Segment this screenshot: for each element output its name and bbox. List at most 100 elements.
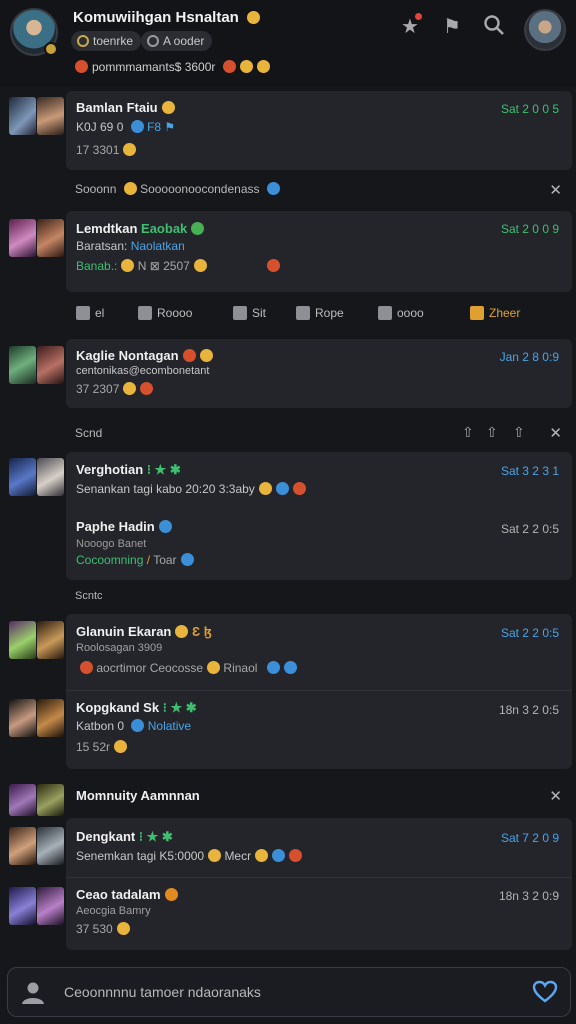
thumbnail	[9, 621, 36, 659]
emoji-icon	[289, 849, 303, 862]
item-meta: Cocoomning / Toar	[76, 553, 194, 567]
emoji-icon	[193, 259, 207, 272]
action-item[interactable]: el	[76, 306, 104, 320]
thumbnail-pair	[9, 887, 65, 927]
emoji-icon	[266, 182, 280, 195]
action-bar: el Roooo Sit Rope oooo Zheer	[76, 306, 556, 328]
emoji-icon	[191, 222, 205, 235]
item-timestamp: 18n 3 2 0:9	[498, 889, 559, 903]
item-timestamp: 18n 3 2 0:5	[498, 703, 559, 717]
emoji-icon	[164, 888, 178, 901]
search-icon[interactable]	[483, 14, 505, 42]
action-item[interactable]: oooo	[378, 306, 424, 320]
item-subtitle: Baratsan: Naolatkan	[76, 239, 185, 253]
thumbnail	[9, 699, 36, 737]
emoji-icon	[130, 120, 144, 133]
emoji-icon	[275, 482, 289, 495]
thumbnail-pair	[9, 699, 65, 739]
item-title[interactable]: Lemdtkan Eaobak	[76, 221, 205, 236]
item-subtitle: Senemkan tagi K5:0000 Mecr	[76, 849, 303, 863]
online-status-dot	[44, 42, 58, 56]
pin-icon[interactable]: ⇧	[486, 424, 498, 441]
emoji-icon	[208, 849, 222, 862]
emoji-icon	[272, 849, 286, 862]
action-item[interactable]: Roooo	[138, 306, 192, 320]
pin-icon	[296, 306, 310, 320]
pin-icon[interactable]: ⇧	[513, 424, 525, 441]
item-title[interactable]: Ceao tadalam	[76, 887, 178, 902]
emoji-icon	[284, 661, 298, 674]
emoji-icon	[158, 520, 172, 533]
thumbnail-pair	[9, 827, 65, 867]
item-timestamp: Sat 2 2 0:5	[500, 522, 559, 536]
profile-avatar[interactable]	[524, 9, 566, 51]
emoji-icon	[292, 482, 306, 495]
emoji-icon	[256, 60, 270, 73]
send-icon	[233, 306, 247, 320]
flag-icon[interactable]: ⚑	[443, 14, 461, 39]
section-label: Scnd	[75, 426, 103, 440]
thumbnail	[37, 346, 64, 384]
thumbnail	[9, 219, 36, 257]
close-icon[interactable]: ✕	[549, 787, 562, 805]
item-title[interactable]: Glanuin Ekaran Ɛ ɮ	[76, 624, 212, 639]
heart-chat-icon[interactable]	[532, 980, 558, 1004]
pin-icon[interactable]: ⇧	[462, 424, 474, 441]
action-item[interactable]: Zheer	[470, 306, 520, 320]
divider	[66, 690, 572, 691]
emoji-icon	[80, 661, 93, 674]
thumbnail	[37, 97, 64, 135]
thumbnail	[37, 219, 64, 257]
filter-chip-primary[interactable]: toenrke	[71, 31, 142, 51]
filter-chip-secondary[interactable]: A ooder	[141, 31, 213, 51]
thumbnail	[9, 827, 36, 865]
close-icon[interactable]: ✕	[549, 424, 562, 442]
user-avatar[interactable]	[10, 8, 58, 56]
item-title[interactable]: Kopgkand Sk ⁝ ★ ✱	[76, 700, 197, 716]
emoji-icon	[123, 382, 137, 395]
thumbnail	[37, 621, 64, 659]
action-item[interactable]: Rope	[296, 306, 344, 320]
thumbnail	[37, 458, 64, 496]
thumbnail	[9, 887, 36, 925]
emoji-icon	[121, 259, 135, 272]
emoji-icon	[140, 382, 154, 395]
item-title[interactable]: Paphe Hadin	[76, 519, 172, 534]
thumbnail-pair	[9, 784, 65, 824]
star-icon[interactable]: ★	[401, 13, 422, 39]
action-item[interactable]: Sit	[233, 306, 266, 320]
emoji-icon	[247, 11, 261, 24]
emoji-icon	[207, 661, 221, 674]
item-title[interactable]: Dengkant ⁝ ★ ✱	[76, 829, 173, 845]
item-subtitle: Aeocgia Bamry	[76, 905, 151, 917]
item-subtitle: Roolosagan 3909	[76, 642, 163, 654]
emoji-icon	[255, 849, 269, 862]
thumbnail	[9, 784, 36, 816]
close-icon[interactable]: ✕	[549, 181, 562, 199]
item-timestamp: Jan 2 8 0:9	[499, 350, 559, 364]
item-title[interactable]: Bamlan Ftaiu	[76, 100, 175, 115]
page-title: Komuwiihgan Hsnaltan	[73, 9, 261, 26]
item-timestamp: Sat 2 0 0 5	[500, 102, 559, 116]
item-meta: 15 52r	[76, 740, 128, 754]
item-subtitle: Senankan tagi kabo 20:20 3:3aby	[76, 482, 306, 496]
note-icon	[470, 306, 484, 320]
item-subtitle: Nooogo Banet	[76, 538, 147, 550]
item-title[interactable]: Verghotian ⁝ ★ ✱	[76, 462, 181, 478]
emoji-icon	[161, 101, 175, 114]
section-title: Momnuity Aamnnan	[76, 788, 200, 803]
emoji-icon	[123, 143, 137, 156]
thumbnail	[37, 784, 64, 816]
message-input[interactable]	[64, 977, 524, 1007]
emoji-icon	[266, 259, 280, 272]
thumbnail-pair	[9, 346, 65, 386]
thumbnail	[9, 97, 36, 135]
item-meta: Banab.: N ⊠ 2507	[76, 259, 280, 273]
item-title[interactable]: Kaglie Nontagan	[76, 348, 213, 363]
emoji-icon	[258, 482, 272, 495]
section-label: Scntc	[75, 590, 103, 602]
emoji-icon	[180, 553, 194, 566]
user-icon[interactable]	[20, 979, 46, 1005]
thumbnail	[37, 887, 64, 925]
gear-icon	[378, 306, 392, 320]
